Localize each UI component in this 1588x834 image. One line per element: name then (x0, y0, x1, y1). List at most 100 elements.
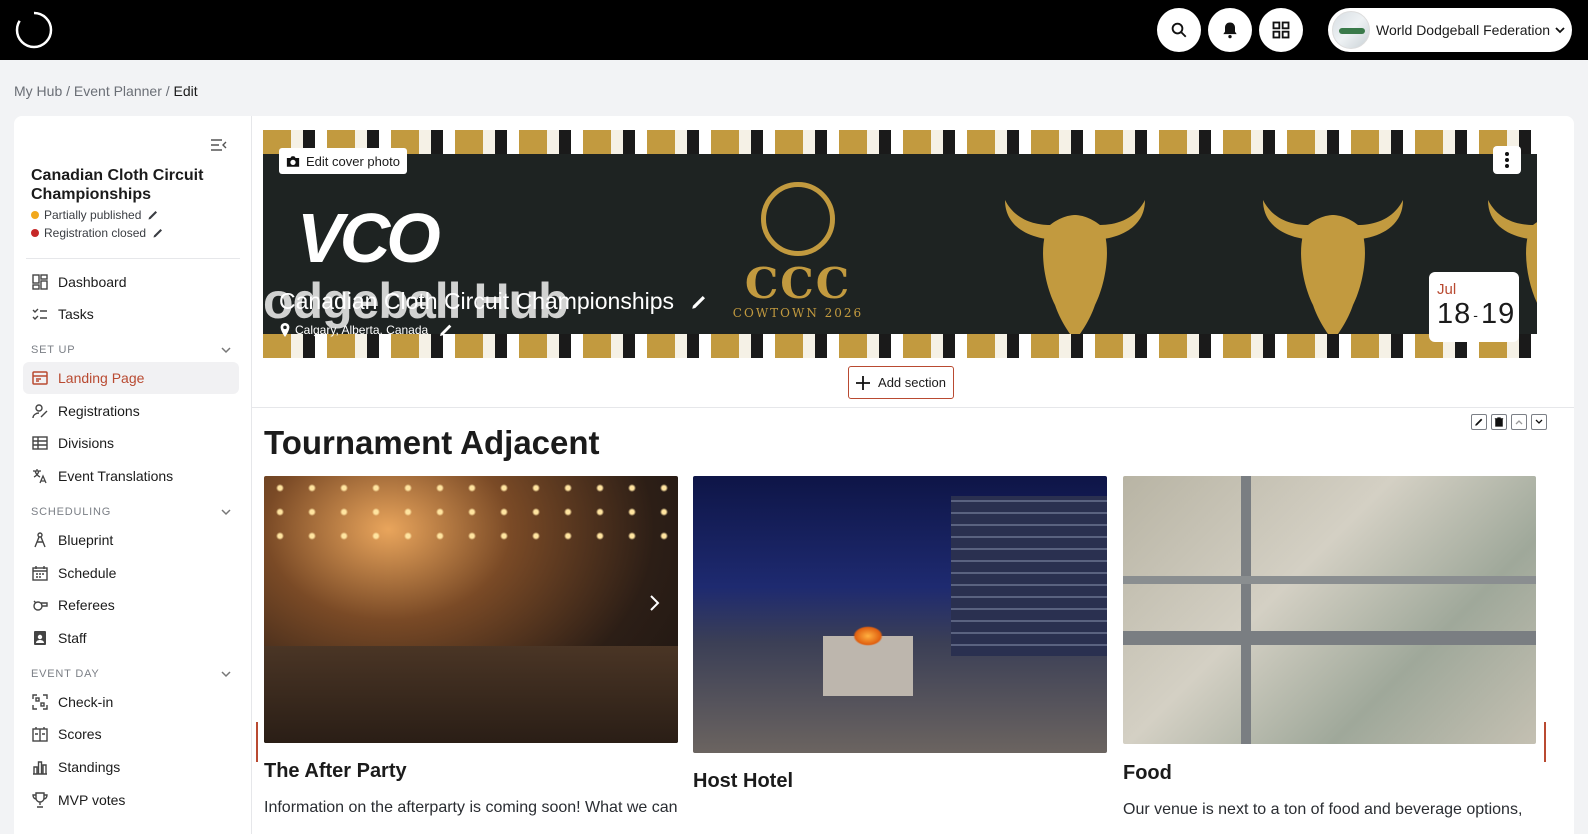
staff-badge-icon (32, 630, 48, 646)
collapse-sidebar-icon[interactable] (210, 136, 228, 154)
organization-switcher[interactable]: World Dodgeball Federation (1328, 8, 1572, 52)
translate-icon (32, 468, 48, 484)
column-title: Food (1123, 762, 1172, 784)
column-title: Host Hotel (693, 770, 793, 792)
qr-icon (32, 694, 48, 710)
bar-chart-icon (32, 759, 48, 775)
section-toolbar (1467, 414, 1547, 430)
pencil-icon (1475, 418, 1483, 426)
sidebar-item-check-in[interactable]: Check-in (23, 686, 239, 718)
status-dot (31, 229, 39, 237)
cover-pattern-band (263, 130, 1537, 154)
plus-icon (856, 375, 871, 390)
organization-avatar (1332, 11, 1370, 49)
trash-icon (1494, 417, 1504, 427)
section-title: Tournament Adjacent (264, 424, 600, 461)
chevron-down-icon (221, 347, 231, 354)
scoreboard-icon (32, 726, 48, 742)
sidebar-item-blueprint[interactable]: Blueprint (23, 524, 239, 556)
cover-event-name: Canadian Cloth Circuit Championships (279, 288, 708, 315)
loading-logo-icon[interactable] (14, 10, 54, 50)
sidebar-item-staff[interactable]: Staff (23, 622, 239, 654)
top-bar: World Dodgeball Federation (0, 0, 1588, 60)
sidebar-item-scores[interactable]: Scores (23, 718, 239, 750)
ox-head-icon (1263, 200, 1403, 340)
breadcrumb-current: Edit (173, 83, 198, 99)
move-section-down-button[interactable] (1531, 414, 1547, 430)
breadcrumb: My Hub / Event Planner / Edit (14, 83, 198, 99)
caret-up-icon (1515, 420, 1523, 425)
breadcrumb-my-hub[interactable]: My Hub (14, 83, 62, 99)
ox-head-icon (1005, 200, 1145, 340)
more-vertical-icon (1505, 152, 1509, 168)
sidebar-item-standings[interactable]: Standings (23, 751, 239, 783)
sidebar: Canadian Cloth Circuit Championships Par… (14, 116, 252, 834)
chevron-down-icon (221, 509, 231, 516)
edit-event-name-icon[interactable] (690, 293, 708, 311)
move-section-up-button[interactable] (1511, 414, 1527, 430)
event-title: Canadian Cloth Circuit Championships (31, 167, 204, 203)
notifications-button[interactable] (1208, 8, 1252, 52)
search-button[interactable] (1157, 8, 1201, 52)
event-date-badge: Jul 18 -19 (1429, 272, 1519, 342)
apps-grid-icon (1272, 21, 1290, 39)
food-map-image[interactable] (1123, 476, 1536, 744)
editor-card: Canadian Cloth Circuit Championships Par… (14, 116, 1574, 834)
breadcrumb-event-planner[interactable]: Event Planner (74, 83, 162, 99)
column-title: The After Party (264, 760, 407, 782)
tasks-icon (32, 306, 48, 322)
sidebar-item-registrations[interactable]: Registrations (23, 395, 239, 427)
vco-logo: VCO (297, 199, 441, 277)
sidebar-item-divisions[interactable]: Divisions (23, 427, 239, 459)
edit-location-icon[interactable] (438, 322, 454, 338)
caret-down-icon (1535, 419, 1543, 424)
section-header-event-day[interactable]: EVENT DAY (31, 668, 231, 680)
sidebar-item-dashboard[interactable]: Dashboard (23, 266, 239, 298)
cover-options-button[interactable] (1493, 146, 1521, 174)
sidebar-item-referees[interactable]: Referees (23, 589, 239, 621)
calendar-icon (32, 565, 48, 581)
section-header-setup[interactable]: SET UP (31, 344, 231, 356)
sidebar-item-mvp-votes[interactable]: MVP votes (23, 784, 239, 816)
apps-button[interactable] (1259, 8, 1303, 52)
cover-photo: VCO odgeball Hub CCC COWTOWN 2026 Edit c… (263, 130, 1537, 358)
main-content: VCO odgeball Hub CCC COWTOWN 2026 Edit c… (252, 116, 1574, 834)
edit-registration-icon[interactable] (152, 227, 164, 239)
edit-section-button[interactable] (1471, 414, 1487, 430)
registrations-icon (32, 403, 48, 419)
search-icon (1171, 22, 1187, 38)
location-pin-icon (280, 323, 290, 337)
chevron-down-icon (1555, 27, 1565, 34)
resize-handle-right[interactable] (1544, 722, 1546, 762)
whistle-icon (32, 597, 48, 613)
resize-handle-left[interactable] (256, 722, 258, 762)
cover-location: Calgary, Alberta, Canada (279, 322, 458, 338)
divisions-icon (32, 435, 48, 451)
edit-status-icon[interactable] (147, 209, 159, 221)
sidebar-divider (26, 258, 240, 259)
published-status: Partially published (31, 208, 159, 222)
section-header-scheduling[interactable]: SCHEDULING (31, 506, 231, 518)
camera-icon (286, 155, 300, 167)
dashboard-icon (32, 274, 48, 290)
blueprint-icon (32, 532, 48, 548)
maple-emblem (761, 182, 835, 256)
add-section-button[interactable]: Add section (848, 366, 954, 399)
sidebar-item-landing-page[interactable]: Landing Page (23, 362, 239, 394)
column-text: Our venue is next to a ton of food and b… (1123, 801, 1523, 818)
edit-cover-photo-button[interactable]: Edit cover photo (279, 148, 407, 174)
host-hotel-image[interactable] (693, 476, 1107, 753)
sidebar-item-schedule[interactable]: Schedule (23, 557, 239, 589)
registration-status: Registration closed (31, 226, 164, 240)
landing-page-icon (32, 370, 48, 386)
organization-name: World Dodgeball Federation (1376, 22, 1551, 38)
after-party-image[interactable] (264, 476, 678, 743)
sidebar-item-event-translations[interactable]: Event Translations (23, 460, 239, 492)
column-text: Information on the afterparty is coming … (264, 799, 678, 816)
chevron-down-icon (221, 671, 231, 678)
ccc-logo: CCC COWTOWN 2026 (718, 182, 878, 342)
chevron-right-icon[interactable] (648, 593, 662, 613)
sidebar-item-tasks[interactable]: Tasks (23, 298, 239, 330)
delete-section-button[interactable] (1491, 414, 1507, 430)
bell-icon (1223, 22, 1237, 39)
